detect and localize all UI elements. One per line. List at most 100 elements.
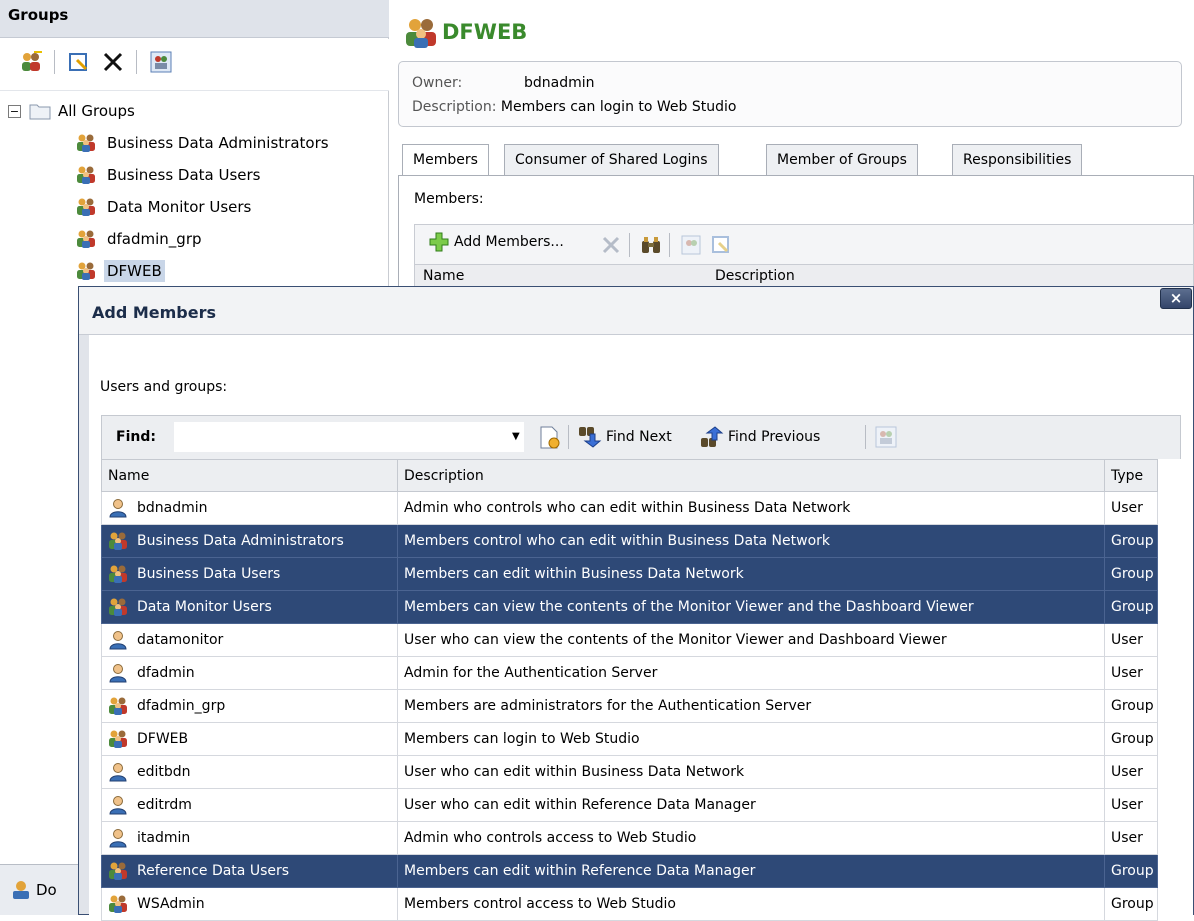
group-properties-icon[interactable] xyxy=(148,49,174,75)
dialog-title: Add Members xyxy=(92,303,217,322)
cell-type[interactable]: Group xyxy=(1104,722,1158,756)
cell-name[interactable]: Business Data Users xyxy=(101,557,398,591)
edit-member-icon[interactable] xyxy=(711,235,731,255)
tree-item[interactable]: dfadmin_grp xyxy=(76,224,205,254)
cell-name[interactable]: DFWEB xyxy=(101,722,398,756)
bottom-tab[interactable]: Do xyxy=(10,879,57,901)
row-name: Business Data Administrators xyxy=(137,533,344,549)
cell-description[interactable]: Admin who controls access to Web Studio xyxy=(397,821,1105,855)
cell-description[interactable]: Members can edit within Reference Data M… xyxy=(397,854,1105,888)
table-row[interactable]: itadmin Admin who controls access to Web … xyxy=(101,821,1158,855)
add-members-button[interactable]: Add Members... xyxy=(429,232,564,252)
cell-name[interactable]: datamonitor xyxy=(101,623,398,657)
tab-consumer-of-shared-logins[interactable]: Consumer of Shared Logins xyxy=(504,144,719,176)
cell-description[interactable]: Members control access to Web Studio xyxy=(397,887,1105,921)
cell-description[interactable]: Members control who can edit within Busi… xyxy=(397,524,1105,558)
edit-properties-icon[interactable] xyxy=(66,49,92,75)
cell-type[interactable]: Group xyxy=(1104,854,1158,888)
find-next-label: Find Next xyxy=(606,429,672,445)
cell-description[interactable]: User who can view the contents of the Mo… xyxy=(397,623,1105,657)
cell-type[interactable]: User xyxy=(1104,623,1158,657)
find-previous-button[interactable]: Find Previous xyxy=(700,424,820,450)
cell-type[interactable]: User xyxy=(1104,821,1158,855)
new-group-icon[interactable] xyxy=(18,49,44,75)
cell-type[interactable]: User xyxy=(1104,656,1158,690)
cell-name[interactable]: Data Monitor Users xyxy=(101,590,398,624)
user-icon xyxy=(108,630,128,650)
bottom-tab-label: Do xyxy=(36,881,57,899)
cell-type[interactable]: Group xyxy=(1104,557,1158,591)
groups-toolbar xyxy=(0,39,389,91)
table-row[interactable]: Business Data Administrators Members cont… xyxy=(101,524,1158,558)
table-row[interactable]: Reference Data Users Members can edit wit… xyxy=(101,854,1158,888)
find-options-icon[interactable] xyxy=(539,426,561,450)
table-row[interactable]: DFWEB Members can login to Web Studio Grou… xyxy=(101,722,1158,756)
group-icon xyxy=(76,165,96,185)
tab-responsibilities[interactable]: Responsibilities xyxy=(952,144,1083,176)
cell-type[interactable]: Group xyxy=(1104,590,1158,624)
find-dropdown-arrow-icon[interactable]: ▼ xyxy=(512,431,520,442)
table-row[interactable]: editbdn User who can edit within Business… xyxy=(101,755,1158,789)
cell-description[interactable]: Members can view the contents of the Mon… xyxy=(397,590,1105,624)
table-row[interactable]: bdnadmin Admin who controls who can edit … xyxy=(101,491,1158,525)
group-title-text: DFWEB xyxy=(442,20,528,44)
cell-description[interactable]: User who can edit within Reference Data … xyxy=(397,788,1105,822)
members-col-description[interactable]: Description xyxy=(715,268,795,284)
close-button[interactable]: × xyxy=(1160,288,1192,309)
cell-type[interactable]: User xyxy=(1104,491,1158,525)
cell-description[interactable]: Members can edit within Business Data Ne… xyxy=(397,557,1105,591)
table-row[interactable]: editrdm User who can edit within Referenc… xyxy=(101,788,1158,822)
cell-name[interactable]: itadmin xyxy=(101,821,398,855)
col-type[interactable]: Type xyxy=(1104,459,1158,492)
cell-name[interactable]: editrdm xyxy=(101,788,398,822)
members-col-name[interactable]: Name xyxy=(423,268,464,284)
col-description[interactable]: Description xyxy=(397,459,1105,492)
cell-description[interactable]: Admin for the Authentication Server xyxy=(397,656,1105,690)
cell-description[interactable]: User who can edit within Business Data N… xyxy=(397,755,1105,789)
cell-name[interactable]: dfadmin_grp xyxy=(101,689,398,723)
user-icon xyxy=(108,795,128,815)
find-binoculars-icon[interactable] xyxy=(641,235,661,255)
properties-icon[interactable] xyxy=(875,426,897,448)
cell-type[interactable]: Group xyxy=(1104,524,1158,558)
table-row[interactable]: Business Data Users Members can edit with… xyxy=(101,557,1158,591)
table-row[interactable]: dfadmin_grp Members are administrators fo… xyxy=(101,689,1158,723)
collapse-toggle-icon[interactable]: − xyxy=(8,104,21,118)
cell-description[interactable]: Members are administrators for the Authe… xyxy=(397,689,1105,723)
cell-name[interactable]: editbdn xyxy=(101,755,398,789)
cell-type[interactable]: Group xyxy=(1104,887,1158,921)
cell-type[interactable]: User xyxy=(1104,788,1158,822)
group-title: DFWEB xyxy=(404,16,527,48)
table-row[interactable]: dfadmin Admin for the Authentication Serv… xyxy=(101,656,1158,690)
cell-name[interactable]: WSAdmin xyxy=(101,887,398,921)
table-row[interactable]: Data Monitor Users Members can view the c… xyxy=(101,590,1158,624)
find-next-button[interactable]: Find Next xyxy=(578,424,672,450)
tree-item-label: Data Monitor Users xyxy=(107,198,252,216)
tree-item[interactable]: Business Data Users xyxy=(76,160,264,190)
cell-description[interactable]: Admin who controls who can edit within B… xyxy=(397,491,1105,525)
delete-icon[interactable] xyxy=(100,49,126,75)
tree-item[interactable]: Business Data Administrators xyxy=(76,128,332,158)
row-name: WSAdmin xyxy=(137,896,205,912)
cell-name[interactable]: bdnadmin xyxy=(101,491,398,525)
cell-name[interactable]: Reference Data Users xyxy=(101,854,398,888)
table-row[interactable]: WSAdmin Members control access to Web Stu… xyxy=(101,887,1158,921)
dialog-titlebar[interactable]: Add Members × xyxy=(79,287,1193,335)
find-input[interactable] xyxy=(174,422,524,452)
cell-description[interactable]: Members can login to Web Studio xyxy=(397,722,1105,756)
tab-members[interactable]: Members xyxy=(402,144,489,178)
col-name[interactable]: Name xyxy=(101,459,398,492)
cell-name[interactable]: dfadmin xyxy=(101,656,398,690)
tree-item[interactable]: Data Monitor Users xyxy=(76,192,254,222)
tab-member-of-groups[interactable]: Member of Groups xyxy=(766,144,918,176)
table-row[interactable]: datamonitor User who can view the content… xyxy=(101,623,1158,657)
cell-type[interactable]: Group xyxy=(1104,689,1158,723)
tree-item[interactable]: DFWEB xyxy=(76,256,165,286)
member-properties-icon[interactable] xyxy=(681,235,701,255)
remove-member-icon[interactable] xyxy=(601,235,621,255)
find-next-icon xyxy=(579,427,602,448)
tree-root-all-groups[interactable]: − All Groups xyxy=(8,96,138,126)
cell-type[interactable]: User xyxy=(1104,755,1158,789)
cell-name[interactable]: Business Data Administrators xyxy=(101,524,398,558)
user-icon xyxy=(108,498,128,518)
